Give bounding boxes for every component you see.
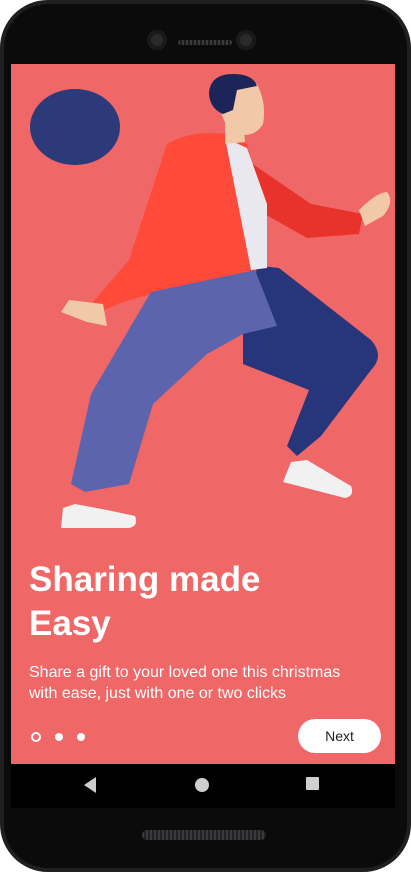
front-camera-icon bbox=[236, 30, 256, 50]
back-triangle-icon[interactable] bbox=[83, 776, 97, 794]
title-line-1: Sharing made bbox=[29, 560, 261, 599]
navy-circle bbox=[30, 89, 120, 165]
bottom-speaker bbox=[142, 830, 266, 840]
front-hand bbox=[61, 300, 107, 326]
front-camera-icon bbox=[147, 30, 167, 50]
onboarding-description: Share a gift to your loved one this chri… bbox=[29, 662, 369, 704]
page-indicator bbox=[31, 732, 85, 742]
page-dot[interactable] bbox=[55, 733, 63, 741]
phone-frame: Sharing made Easy Share a gift to your l… bbox=[0, 0, 411, 872]
description-line-1: Share a gift to your loved one this chri… bbox=[29, 664, 341, 681]
front-shoe bbox=[61, 504, 137, 528]
title-line-2: Easy bbox=[29, 604, 111, 643]
person-running-icon bbox=[30, 74, 391, 528]
onboarding-title: Sharing made Easy bbox=[29, 558, 369, 646]
system-navigation-bar bbox=[11, 764, 395, 808]
earpiece-speaker bbox=[178, 40, 232, 45]
page-dot-active[interactable] bbox=[31, 732, 41, 742]
next-button[interactable]: Next bbox=[298, 719, 381, 753]
page-dot[interactable] bbox=[77, 733, 85, 741]
home-circle-icon[interactable] bbox=[193, 776, 211, 794]
back-shoe bbox=[283, 460, 353, 498]
recent-square-icon[interactable] bbox=[305, 776, 321, 792]
back-hand bbox=[359, 192, 391, 226]
onboarding-screen: Sharing made Easy Share a gift to your l… bbox=[11, 64, 395, 764]
description-line-2: with ease, just with one or two clicks bbox=[29, 685, 286, 702]
